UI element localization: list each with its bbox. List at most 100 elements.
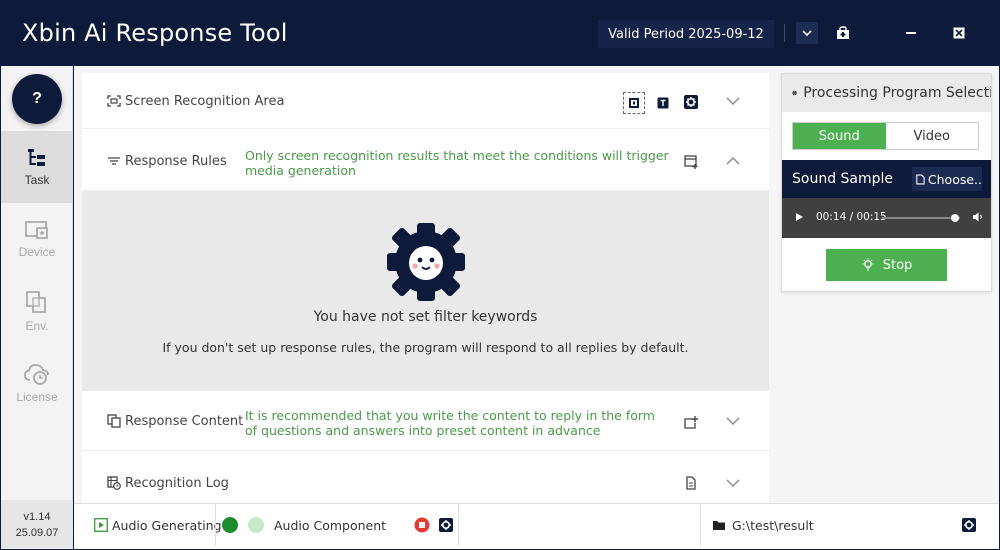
title-bar: Xbin Ai Response Tool Valid Period 2025-… <box>0 0 1000 66</box>
gear-mascot-icon <box>387 223 465 301</box>
audio-player: 00:14 / 00:15 <box>782 198 991 238</box>
copy-icon <box>107 414 121 428</box>
status-dot-active <box>222 517 238 533</box>
stop-button[interactable]: Stop <box>826 249 947 281</box>
gear-icon <box>439 518 453 532</box>
folder-icon <box>713 521 725 530</box>
screen-settings-button[interactable] <box>681 92 701 112</box>
nav-label-license: License <box>16 390 58 404</box>
section-screen-recognition[interactable]: Screen Recognition Area <box>82 73 769 129</box>
store-button[interactable] <box>832 22 854 44</box>
section-title: Recognition Log <box>125 475 229 491</box>
output-path[interactable]: G:\test\result <box>712 504 814 546</box>
play-icon[interactable] <box>795 212 804 222</box>
audio-component-status: Audio Component <box>222 504 386 546</box>
section-response-content[interactable]: Response Content It is recommended that … <box>82 393 769 451</box>
gear-icon <box>962 518 976 532</box>
progress-track[interactable] <box>882 217 960 219</box>
text-icon <box>657 97 669 109</box>
chevron-up-icon <box>726 157 740 165</box>
minimize-button[interactable] <box>900 22 922 44</box>
text-recognition-button[interactable] <box>653 93 673 113</box>
audio-component-label: Audio Component <box>274 517 387 533</box>
choose-label: Choose.. <box>927 171 982 187</box>
section-response-rules[interactable]: Response Rules Only screen recognition r… <box>82 133 769 191</box>
frame-select-icon <box>629 98 639 108</box>
progress-knob[interactable] <box>950 214 959 222</box>
gear-icon <box>684 95 698 109</box>
nav-item-task[interactable]: Task <box>1 131 73 203</box>
close-button[interactable] <box>948 22 970 44</box>
chevron-down-icon <box>726 479 740 487</box>
tab-video[interactable]: Video <box>885 123 978 149</box>
stop-label: Stop <box>882 257 913 273</box>
version-info: v1.14 25.09.07 <box>1 500 73 548</box>
choose-file-button[interactable]: Choose.. <box>912 167 982 191</box>
task-panel: Screen Recognition Area Response Rules O… <box>82 73 769 503</box>
nav-item-device[interactable]: Device <box>1 203 73 275</box>
build-date: 25.09.07 <box>15 527 59 539</box>
select-area-button[interactable] <box>623 92 645 114</box>
add-content-button[interactable] <box>681 413 701 433</box>
lightbulb-icon <box>862 258 874 271</box>
player-time: 00:14 / 00:15 <box>816 211 887 223</box>
close-icon <box>953 27 965 39</box>
media-type-toggle: Sound Video <box>792 122 979 150</box>
chevron-down-icon <box>802 30 812 37</box>
status-dot-inactive <box>248 517 264 533</box>
chevron-down-icon <box>726 417 740 425</box>
open-log-button[interactable] <box>681 473 701 493</box>
rules-description: Only screen recognition results that mee… <box>245 148 669 178</box>
add-box-icon <box>684 416 698 429</box>
help-button[interactable]: ? <box>12 74 62 124</box>
stop-record-icon <box>414 517 430 533</box>
status-bar: Audio Generating Audio Component G:\test… <box>74 503 999 549</box>
component-settings-button[interactable] <box>436 515 456 535</box>
shopping-bag-icon <box>837 26 849 39</box>
add-rule-button[interactable] <box>681 152 701 172</box>
audio-generating-status: Audio Generating <box>94 504 222 546</box>
log-history-icon <box>107 476 121 490</box>
empty-state-title: You have not set filter keywords <box>313 309 538 325</box>
version-number: v1.14 <box>23 511 51 523</box>
device-icon <box>25 221 48 239</box>
panel-title: Processing Program Selecti <box>803 85 992 101</box>
section-title: Screen Recognition Area <box>125 93 285 109</box>
volume-icon[interactable] <box>972 211 984 223</box>
audio-generating-label: Audio Generating <box>112 517 222 533</box>
minimize-icon <box>906 32 916 34</box>
play-square-icon <box>94 518 108 532</box>
expand-content-chevron[interactable] <box>724 412 742 430</box>
section-title: Response Rules <box>125 153 227 169</box>
environment-icon <box>26 291 46 313</box>
dropdown-button[interactable] <box>796 22 818 44</box>
record-stop-button[interactable] <box>412 515 432 535</box>
processing-program-panel: Processing Program Selecti Sound Video S… <box>781 73 992 292</box>
sound-sample-bar: Sound Sample Choose.. <box>782 160 991 198</box>
expand-screen-chevron[interactable] <box>724 92 742 110</box>
nav-item-license[interactable]: License <box>1 347 73 419</box>
nav-item-env[interactable]: Env. <box>1 275 73 347</box>
sound-sample-label: Sound Sample <box>792 171 894 187</box>
nav-label-task: Task <box>24 173 50 187</box>
file-icon <box>916 174 925 184</box>
empty-state-subtitle: If you don't set up response rules, the … <box>162 340 689 355</box>
screen-capture-icon <box>107 95 121 107</box>
expand-log-chevron[interactable] <box>724 474 742 492</box>
tab-sound[interactable]: Sound <box>793 123 886 149</box>
app-title: Xbin Ai Response Tool <box>22 19 288 47</box>
chevron-down-icon <box>726 97 740 105</box>
section-recognition-log[interactable]: Recognition Log <box>82 455 769 503</box>
section-title: Response Content <box>125 413 244 429</box>
add-list-icon <box>684 155 698 169</box>
task-icon <box>28 149 45 166</box>
path-settings-button[interactable] <box>959 515 979 535</box>
collapse-rules-chevron[interactable] <box>724 152 742 170</box>
content-description: It is recommended that you write the con… <box>245 408 655 438</box>
output-path-label: G:\test\result <box>732 517 814 533</box>
nav-label-env: Env. <box>25 319 49 333</box>
left-nav: ? Task Device Env. License v1.14 25.09.0… <box>1 66 73 549</box>
main-area: Screen Recognition Area Response Rules O… <box>74 66 999 503</box>
document-icon <box>686 476 696 490</box>
nav-label-device: Device <box>18 245 56 259</box>
